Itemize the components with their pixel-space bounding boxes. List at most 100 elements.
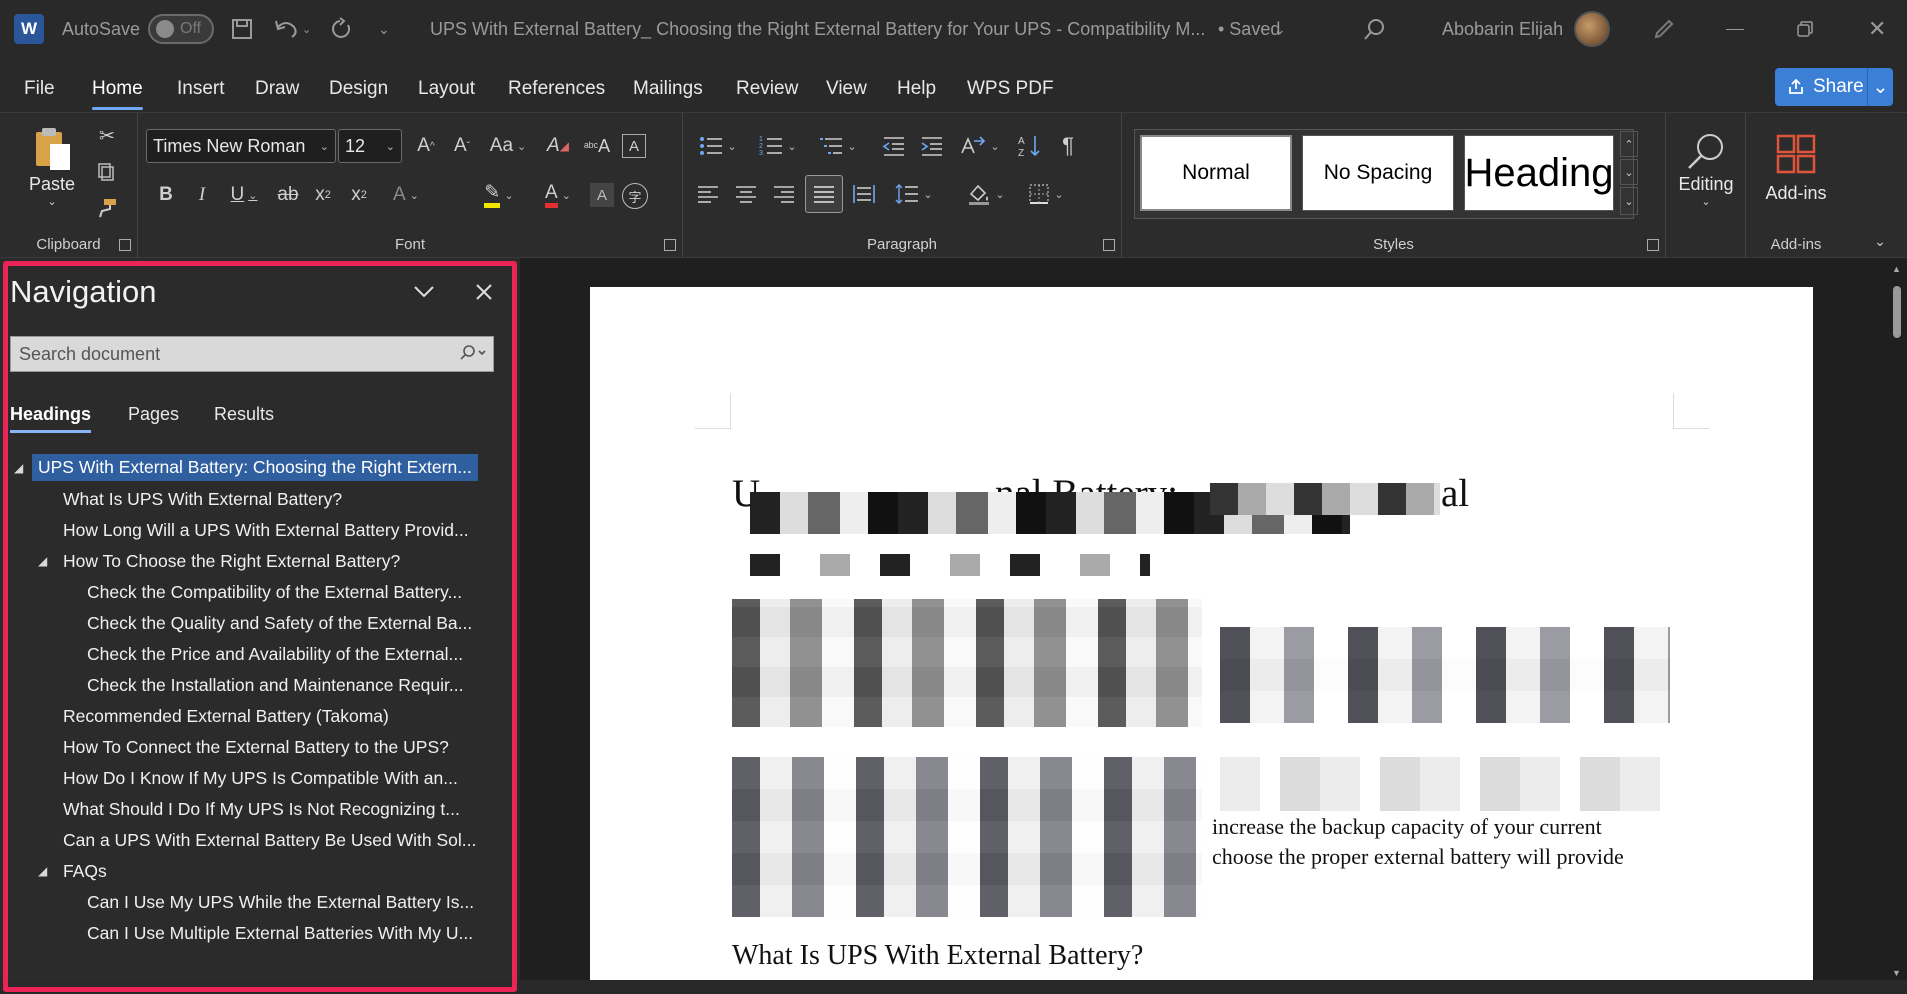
paragraph-launcher-icon[interactable] xyxy=(1103,239,1115,251)
shading-icon[interactable]: ⌄ xyxy=(961,177,1011,211)
nav-tab-headings[interactable]: Headings xyxy=(10,404,92,433)
scrollbar-thumb[interactable] xyxy=(1893,286,1901,338)
justify-icon[interactable] xyxy=(805,175,843,213)
subscript-icon[interactable]: x2 xyxy=(308,179,338,211)
heading-item[interactable]: How To Connect the External Battery to t… xyxy=(63,737,449,758)
tab-view[interactable]: View xyxy=(826,78,867,100)
styles-scroll-up-icon[interactable]: ⌃ xyxy=(1620,131,1638,157)
avatar[interactable] xyxy=(1574,11,1610,47)
align-left-icon[interactable] xyxy=(693,177,723,211)
character-shading-icon[interactable]: A xyxy=(590,183,614,207)
show-formatting-marks-icon[interactable]: ¶ xyxy=(1053,129,1083,163)
heading-item[interactable]: How Do I Know If My UPS Is Compatible Wi… xyxy=(63,768,458,789)
heading-item[interactable]: Check the Quality and Safety of the Exte… xyxy=(87,613,472,634)
tab-review[interactable]: Review xyxy=(736,78,798,100)
bullets-icon[interactable]: ⌄ xyxy=(693,129,743,163)
clipboard-launcher-icon[interactable] xyxy=(119,239,131,251)
underline-icon[interactable]: U ⌄ xyxy=(222,179,266,211)
close-icon[interactable]: ✕ xyxy=(1868,0,1886,58)
tab-references[interactable]: References xyxy=(508,78,605,100)
styles-more-icon[interactable]: ⌄ xyxy=(1620,187,1638,215)
collapse-ribbon-icon[interactable]: ⌄ xyxy=(1868,229,1892,253)
strikethrough-icon[interactable]: ab xyxy=(272,179,304,211)
save-status[interactable]: • Saved xyxy=(1218,0,1280,58)
addins-button[interactable]: Add-ins xyxy=(1754,123,1838,213)
tab-layout[interactable]: Layout xyxy=(418,78,475,100)
heading-item[interactable]: Check the Price and Availability of the … xyxy=(87,644,463,665)
multilevel-list-icon[interactable]: ⌄ xyxy=(813,129,863,163)
format-painter-icon[interactable] xyxy=(94,195,120,221)
decrease-indent-icon[interactable] xyxy=(879,129,909,163)
change-case-icon[interactable]: Aa ⌄ xyxy=(484,129,532,163)
tab-insert[interactable]: Insert xyxy=(177,78,225,100)
style-normal[interactable]: Normal xyxy=(1140,135,1292,211)
heading-item[interactable]: How Long Will a UPS With External Batter… xyxy=(63,520,469,541)
heading-item[interactable]: Check the Compatibility of the External … xyxy=(87,582,462,603)
styles-scroll-down-icon[interactable]: ⌄ xyxy=(1620,159,1638,185)
cut-icon[interactable]: ✂ xyxy=(94,123,120,149)
styles-launcher-icon[interactable] xyxy=(1647,239,1659,251)
share-dropdown-icon[interactable]: ⌄ xyxy=(1867,68,1893,106)
font-launcher-icon[interactable] xyxy=(664,239,676,251)
distributed-icon[interactable] xyxy=(849,177,879,211)
tab-file[interactable]: File xyxy=(24,78,55,100)
line-spacing-icon[interactable]: ⌄ xyxy=(889,177,939,211)
heading-item[interactable]: Can a UPS With External Battery Be Used … xyxy=(63,830,476,851)
tab-design[interactable]: Design xyxy=(329,78,388,100)
italic-icon[interactable]: I xyxy=(188,179,216,211)
heading-item[interactable]: Recommended External Battery (Takoma) xyxy=(63,706,389,727)
nav-tab-results[interactable]: Results xyxy=(214,404,274,425)
search-icon[interactable] xyxy=(1362,0,1388,58)
search-dropdown-icon[interactable] xyxy=(457,343,487,368)
paste-button[interactable]: Paste ⌄ xyxy=(26,123,78,211)
pen-icon[interactable] xyxy=(1652,0,1676,58)
scroll-up-icon[interactable]: ▲ xyxy=(1892,264,1901,274)
scroll-down-icon[interactable]: ▼ xyxy=(1892,968,1901,978)
save-icon[interactable] xyxy=(230,0,254,58)
heading-item[interactable]: How To Choose the Right External Battery… xyxy=(63,551,400,572)
bold-icon[interactable]: B xyxy=(152,179,180,211)
clear-formatting-icon[interactable]: A ◢ xyxy=(542,129,574,163)
vertical-scrollbar[interactable]: ▲ ▼ xyxy=(1887,258,1907,980)
highlight-color-icon[interactable]: ✎ ⌄ xyxy=(474,179,524,211)
user-name[interactable]: Abobarin Elijah xyxy=(1442,0,1563,58)
restore-icon[interactable] xyxy=(1796,0,1814,58)
heading-item[interactable]: What Is UPS With External Battery? xyxy=(63,489,342,510)
autosave-toggle[interactable]: Off xyxy=(148,14,214,44)
character-border-icon[interactable]: A xyxy=(622,134,646,158)
minimize-icon[interactable] xyxy=(1726,0,1744,58)
tab-help[interactable]: Help xyxy=(897,78,936,100)
document-title[interactable]: UPS With External Battery_ Choosing the … xyxy=(430,0,1205,58)
redo-icon[interactable] xyxy=(328,0,356,58)
heading-item[interactable]: Can I Use My UPS While the External Batt… xyxy=(87,892,474,913)
grow-font-icon[interactable]: A ^ xyxy=(410,129,442,163)
heading-item[interactable]: FAQs xyxy=(63,861,107,882)
tab-draw[interactable]: Draw xyxy=(255,78,299,100)
tab-home[interactable]: Home xyxy=(92,78,143,110)
borders-icon[interactable]: ⌄ xyxy=(1021,177,1071,211)
shrink-font-icon[interactable]: Aˇ xyxy=(446,129,478,163)
heading-item[interactable]: What Should I Do If My UPS Is Not Recogn… xyxy=(63,799,460,820)
collapse-triangle-icon[interactable]: ◢ xyxy=(38,554,47,568)
search-document-input[interactable]: Search document xyxy=(10,336,494,372)
align-center-icon[interactable] xyxy=(731,177,761,211)
undo-icon[interactable]: ⌄ xyxy=(272,0,312,58)
collapse-triangle-icon[interactable]: ◢ xyxy=(38,864,47,878)
style-heading[interactable]: Heading xyxy=(1464,135,1614,211)
copy-icon[interactable] xyxy=(94,159,120,185)
share-button[interactable]: Share ⌄ xyxy=(1775,68,1893,106)
heading-item[interactable]: UPS With External Battery: Choosing the … xyxy=(32,454,478,481)
chinese-layout-icon[interactable]: ⌄ xyxy=(955,129,1005,163)
customize-toolbar-icon[interactable]: ⌄ xyxy=(378,0,390,58)
collapse-triangle-icon[interactable]: ◢ xyxy=(14,461,23,475)
nav-tab-pages[interactable]: Pages xyxy=(128,404,179,425)
sort-icon[interactable]: AZ xyxy=(1015,129,1045,163)
heading-item[interactable]: Check the Installation and Maintenance R… xyxy=(87,675,463,696)
tab-mailings[interactable]: Mailings xyxy=(633,78,703,100)
font-color-icon[interactable]: A ⌄ xyxy=(534,179,582,211)
nav-close-icon[interactable] xyxy=(470,278,498,306)
text-effects-icon[interactable]: A ⌄ xyxy=(382,179,430,211)
font-name-combo[interactable]: Times New Roman ⌄ xyxy=(146,129,336,163)
align-right-icon[interactable] xyxy=(769,177,799,211)
document-page[interactable]: U nal Battery: al increase the backup ca… xyxy=(590,287,1813,994)
